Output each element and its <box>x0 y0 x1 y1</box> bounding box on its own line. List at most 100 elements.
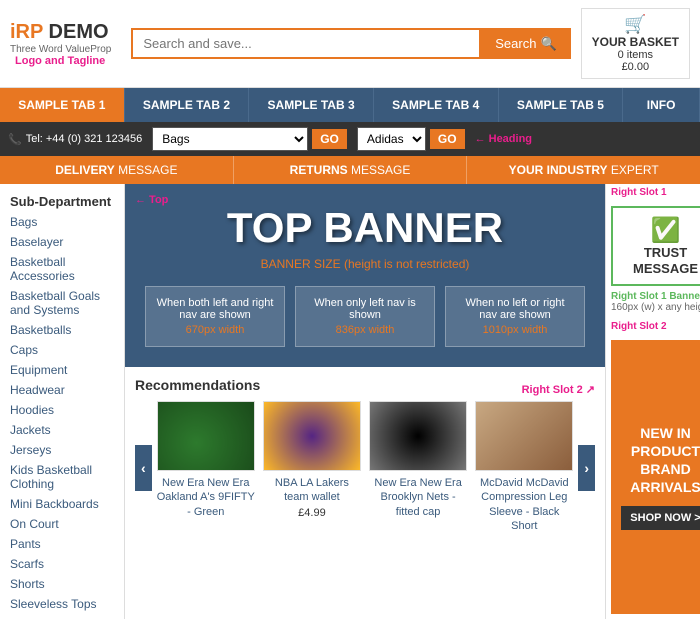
go-button-2[interactable]: GO <box>430 129 465 149</box>
slider-next-button[interactable]: › <box>578 445 595 491</box>
tab-sample2[interactable]: SAMPLE TAB 2 <box>125 88 250 122</box>
brand-select[interactable]: Adidas Nike Puma <box>357 127 426 151</box>
sidebar-item-headwear[interactable]: Headwear <box>0 380 124 400</box>
product-image-2 <box>263 401 361 471</box>
recommendations: Recommendations Right Slot 2 ↗ ‹ New Era… <box>125 367 605 545</box>
sidebar-item-bball-acc[interactable]: Basketball Accessories <box>0 252 124 286</box>
logo-text: iRP DEMO <box>10 21 111 44</box>
tab-sample1[interactable]: SAMPLE TAB 1 <box>0 88 125 122</box>
product-name-4: McDavid McDavid Compression Leg Sleeve -… <box>475 476 573 533</box>
list-item: New Era New Era Brooklyn Nets - fitted c… <box>369 401 467 535</box>
banner-box2-width: 836px width <box>306 324 424 336</box>
sidebar-item-caps[interactable]: Caps <box>0 340 124 360</box>
product-image-4 <box>475 401 573 471</box>
dropdown-group-1: Bags Baselayer Basketball Accessories GO <box>152 127 347 151</box>
sidebar-item-scarfs[interactable]: Scarfs <box>0 554 124 574</box>
list-item: NBA LA Lakers team wallet £4.99 <box>263 401 361 535</box>
banner-area: ← Top TOP BANNER BANNER SIZE (height is … <box>125 184 605 367</box>
left-sidebar: Sub-Department Bags Baselayer Basketball… <box>0 184 125 619</box>
product-name-2: NBA LA Lakers team wallet <box>263 476 361 505</box>
department-select[interactable]: Bags Baselayer Basketball Accessories <box>152 127 308 151</box>
delivery-strong: DELIVERY <box>55 163 115 177</box>
new-arrivals-line1: NEW IN <box>621 424 700 442</box>
sidebar-item-on-court[interactable]: On Court <box>0 514 124 534</box>
basket-title: YOUR BASKET <box>592 35 679 49</box>
slider-prev-button[interactable]: ‹ <box>135 445 152 491</box>
sidebar-item-basketballs[interactable]: Basketballs <box>0 320 124 340</box>
tel-info: 📞 Tel: +44 (0) 321 123456 <box>8 133 142 146</box>
delivery-message: DELIVERY MESSAGE <box>0 156 234 184</box>
banner-boxes: When both left and right nav are shown 6… <box>145 286 585 347</box>
logo-area: iRP DEMO Three Word ValueProp Logo and T… <box>10 21 111 67</box>
returns-message: RETURNS MESSAGE <box>234 156 468 184</box>
delivery-bar: DELIVERY MESSAGE RETURNS MESSAGE YOUR IN… <box>0 156 700 184</box>
product-name-3: New Era New Era Brooklyn Nets - fitted c… <box>369 476 467 519</box>
right-slot2-label-sidebar: Right Slot 2 <box>606 318 700 335</box>
main-layout: Sub-Department Bags Baselayer Basketball… <box>0 184 700 619</box>
shop-now-button[interactable]: SHOP NOW > <box>621 506 700 530</box>
banner-box1-width: 670px width <box>156 324 274 336</box>
industry-text: EXPERT <box>608 163 659 177</box>
trust-icon: ✅ <box>621 216 700 245</box>
basket-area[interactable]: 🛒 YOUR BASKET 0 items £0.00 <box>581 8 690 79</box>
tel-text: Tel: +44 (0) 321 123456 <box>26 133 143 145</box>
banner-box-3: When no left or right nav are shown 1010… <box>445 286 585 347</box>
industry-strong: YOUR INDUSTRY <box>509 163 608 177</box>
sidebar-title: Sub-Department <box>0 189 124 212</box>
basket-icon: 🛒 <box>592 14 679 35</box>
banner-box1-text: When both left and right nav are shown <box>156 297 274 321</box>
banner-box-1: When both left and right nav are shown 6… <box>145 286 285 347</box>
heading-label: ← Heading <box>475 133 532 145</box>
tab-sample5[interactable]: SAMPLE TAB 5 <box>499 88 624 122</box>
right-slot1-dims: 160px (w) x any height <box>606 302 700 318</box>
search-button[interactable]: Search 🔍 <box>481 28 570 59</box>
rec-slider: ‹ New Era New Era Oakland A's 9FIFTY - G… <box>135 401 595 535</box>
sidebar-item-hoodies[interactable]: Hoodies <box>0 400 124 420</box>
returns-text: MESSAGE <box>348 163 411 177</box>
sidebar-item-jerseys[interactable]: Jerseys <box>0 440 124 460</box>
banner-box2-text: When only left nav is shown <box>306 297 424 321</box>
sidebar-item-mini-backboards[interactable]: Mini Backboards <box>0 494 124 514</box>
basket-items: 0 items <box>592 49 679 61</box>
right-slot1-label: Right Slot 1 <box>606 184 700 201</box>
logo-label: Logo and Tagline <box>15 55 111 67</box>
delivery-text: MESSAGE <box>115 163 178 177</box>
tab-info[interactable]: INFO <box>623 88 700 122</box>
rec-items: New Era New Era Oakland A's 9FIFTY - Gre… <box>157 401 574 535</box>
banner-box-2: When only left nav is shown 836px width <box>295 286 435 347</box>
phone-icon: 📞 <box>8 133 22 146</box>
product-price-2: £4.99 <box>263 507 361 519</box>
sidebar-item-jackets[interactable]: Jackets <box>0 420 124 440</box>
list-item: McDavid McDavid Compression Leg Sleeve -… <box>475 401 573 535</box>
new-arrivals-line3: BRAND <box>621 460 700 478</box>
sidebar-item-bball-goals[interactable]: Basketball Goals and Systems <box>0 286 124 320</box>
sidebar-item-kids[interactable]: Kids Basketball Clothing <box>0 460 124 494</box>
sidebar-item-pants[interactable]: Pants <box>0 534 124 554</box>
sidebar-item-shorts[interactable]: Shorts <box>0 574 124 594</box>
tab-sample4[interactable]: SAMPLE TAB 4 <box>374 88 499 122</box>
tagline: Three Word ValueProp <box>10 44 111 55</box>
banner-box3-text: When no left or right nav are shown <box>456 297 574 321</box>
sidebar-item-sleeveless[interactable]: Sleeveless Tops <box>0 594 124 614</box>
go-button-1[interactable]: GO <box>312 129 347 149</box>
new-arrivals-line2: PRODUCT <box>621 442 700 460</box>
list-item: New Era New Era Oakland A's 9FIFTY - Gre… <box>157 401 255 535</box>
search-bar: Search 🔍 <box>131 28 570 59</box>
sub-header: 📞 Tel: +44 (0) 321 123456 Bags Baselayer… <box>0 122 700 156</box>
tab-sample3[interactable]: SAMPLE TAB 3 <box>249 88 374 122</box>
right-slot2-label: Right Slot 2 ↗ <box>522 383 595 396</box>
logo-irp: iRP <box>10 21 43 43</box>
nav-tabs: SAMPLE TAB 1 SAMPLE TAB 2 SAMPLE TAB 3 S… <box>0 88 700 122</box>
product-name-1: New Era New Era Oakland A's 9FIFTY - Gre… <box>157 476 255 519</box>
center-content: ← Top TOP BANNER BANNER SIZE (height is … <box>125 184 605 619</box>
product-image-1 <box>157 401 255 471</box>
header: iRP DEMO Three Word ValueProp Logo and T… <box>0 0 700 88</box>
sidebar-item-equipment[interactable]: Equipment <box>0 360 124 380</box>
banner-top-label: ← Top <box>135 194 168 206</box>
right-sidebar: Right Slot 1 ✅ TRUST MESSAGE Right Slot … <box>605 184 700 619</box>
trust-text: TRUST MESSAGE <box>621 245 700 276</box>
sidebar-item-baselayer[interactable]: Baselayer <box>0 232 124 252</box>
dropdown-group-2: Adidas Nike Puma GO <box>357 127 465 151</box>
search-input[interactable] <box>131 28 481 59</box>
sidebar-item-bags[interactable]: Bags <box>0 212 124 232</box>
